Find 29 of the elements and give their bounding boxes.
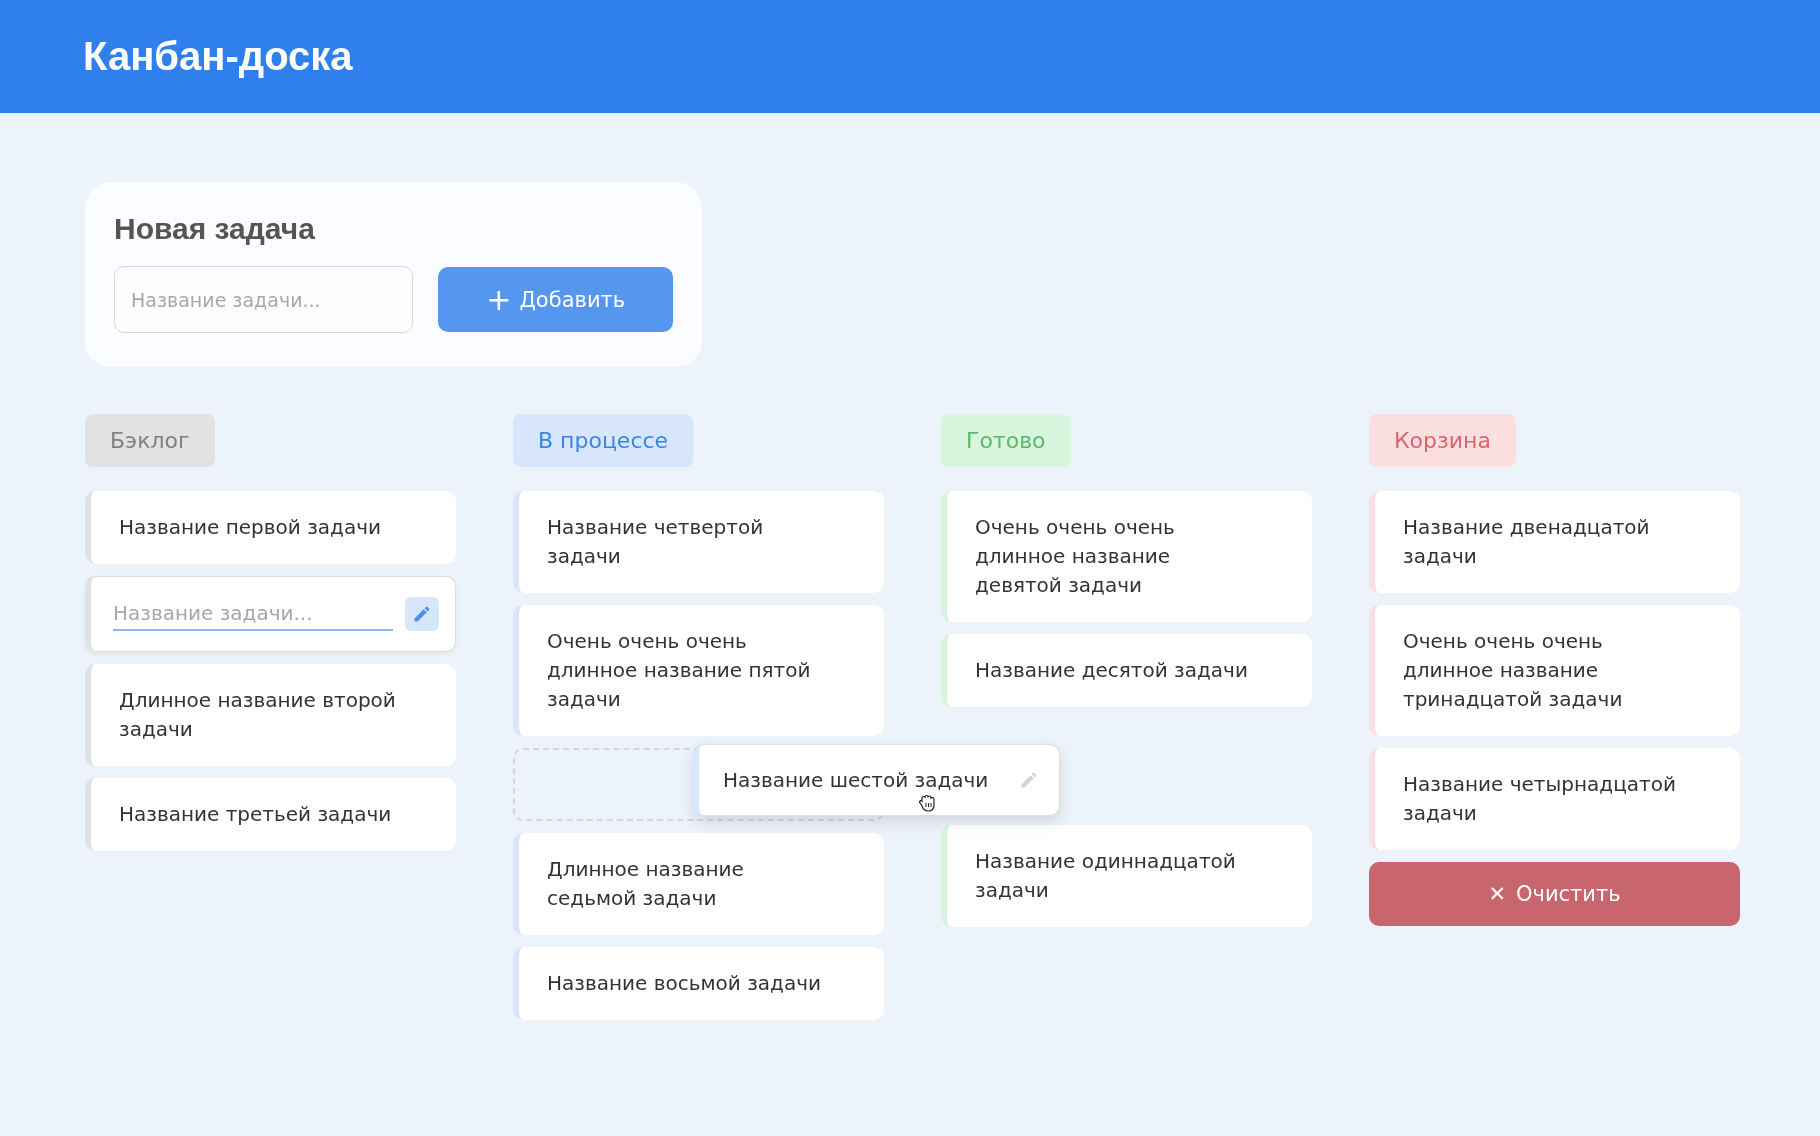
task-card[interactable]: Название четвертой задачи — [513, 491, 884, 593]
app-title: Канбан-доска — [83, 34, 353, 79]
task-card[interactable]: Очень очень очень длинное название тринадцатой задачи — [1369, 605, 1740, 736]
task-card[interactable]: Название двенадцатой задачи — [1369, 491, 1740, 593]
task-name-field[interactable]: Название задачи... — [113, 597, 393, 631]
task-title: Название шестой задачи — [723, 768, 989, 792]
pencil-icon — [1019, 770, 1039, 790]
column-header: Бэклог — [85, 414, 215, 467]
pencil-icon — [412, 604, 432, 624]
task-card[interactable]: Очень очень очень длинное название пятой задачи — [513, 605, 884, 736]
task-edit-card[interactable]: Название задачи... — [85, 576, 456, 652]
task-card[interactable]: Длинное название седьмой задачи — [513, 833, 884, 935]
task-name-field[interactable]: Название задачи... — [114, 266, 414, 333]
new-task-title: Новая задача — [114, 212, 316, 246]
column-header: В процессе — [513, 414, 694, 467]
task-card[interactable]: Название третьей задачи — [85, 778, 456, 851]
grab-cursor-icon — [919, 793, 937, 813]
clear-button[interactable]: ✕ Очистить — [1369, 862, 1740, 926]
column-header: Корзина — [1369, 414, 1516, 467]
edit-button[interactable] — [405, 597, 439, 631]
task-card[interactable]: Название четырнадцатой задачи — [1369, 748, 1740, 850]
dragged-task-card[interactable]: Название шестой задачи — [693, 744, 1060, 816]
column-header: Готово — [941, 414, 1071, 467]
task-card[interactable]: Длинное название второй задачи — [85, 664, 456, 766]
task-card[interactable]: Название десятой задачи — [941, 634, 1312, 707]
task-card[interactable]: Название одиннадцатой задачи — [941, 825, 1312, 927]
task-card[interactable]: Очень очень очень длинное название девятой задачи — [941, 491, 1312, 622]
task-card[interactable]: Название первой задачи — [85, 491, 456, 564]
task-card[interactable]: Название восьмой задачи — [513, 947, 884, 1020]
